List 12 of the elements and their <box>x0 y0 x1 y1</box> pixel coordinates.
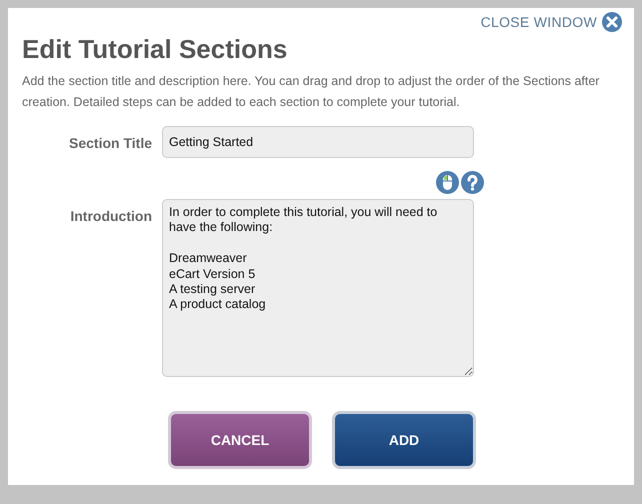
page-title: Edit Tutorial Sections <box>22 34 288 65</box>
help-icon[interactable] <box>461 171 484 194</box>
section-title-field[interactable]: Getting Started <box>162 126 474 158</box>
field-label: Section Title <box>68 135 153 151</box>
add-button[interactable]: ADD <box>332 411 476 469</box>
close-window-link[interactable]: CLOSE WINDOW <box>480 14 597 30</box>
introduction-field[interactable]: In order to complete this tutorial, you will need to have the following: Dreamweaver eCart Version 5 A testing server A product catalog <box>162 199 474 377</box>
mouse-icon[interactable] <box>436 171 459 194</box>
cancel-button[interactable]: CANCEL <box>168 411 312 469</box>
close-icon[interactable] <box>602 12 622 32</box>
field-label: Introduction <box>69 208 153 224</box>
description-text: Add the section title and description here. You can drag and drop to adjust the order of the Sections after creation. Detailed steps can be added to each section to complete your tutorial. <box>22 73 600 111</box>
